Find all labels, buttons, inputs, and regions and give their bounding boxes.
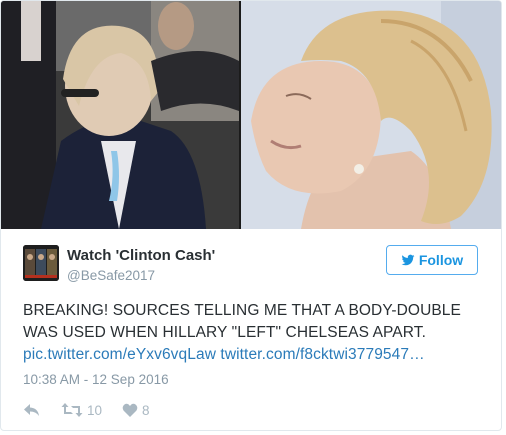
user-handle[interactable]: @BeSafe2017 bbox=[67, 268, 155, 283]
like-button[interactable]: 8 bbox=[122, 403, 150, 418]
reply-icon bbox=[24, 404, 39, 416]
tweet-media[interactable] bbox=[1, 1, 501, 229]
display-name[interactable]: Watch 'Clinton Cash' bbox=[67, 247, 215, 264]
avatar-image bbox=[23, 245, 59, 281]
photo-left-image bbox=[1, 1, 239, 229]
external-link[interactable]: twitter.com/f8cktwi3779547… bbox=[220, 346, 424, 363]
photo-left[interactable] bbox=[1, 1, 239, 229]
avatar[interactable] bbox=[23, 245, 59, 281]
tweet-text-line: WAS USED WHEN HILLARY "LEFT" CHELSEAS AP… bbox=[23, 324, 427, 341]
tweet-timestamp[interactable]: 10:38 AM - 12 Sep 2016 bbox=[23, 372, 169, 387]
tweet-card: Watch 'Clinton Cash' @BeSafe2017 Follow … bbox=[0, 0, 502, 431]
twitter-bird-icon bbox=[401, 254, 415, 266]
tweet-links: pic.twitter.com/eYxv6vqLaw twitter.com/f… bbox=[23, 344, 488, 366]
tweet-text: BREAKING! SOURCES TELLING ME THAT A BODY… bbox=[23, 300, 488, 366]
reply-button[interactable] bbox=[23, 402, 41, 418]
retweet-icon bbox=[61, 403, 83, 417]
tweet-actions: 10 8 bbox=[23, 399, 170, 421]
retweet-button[interactable]: 10 bbox=[61, 402, 102, 418]
tweet-header: Watch 'Clinton Cash' @BeSafe2017 Follow bbox=[23, 245, 483, 289]
media-link[interactable]: pic.twitter.com/eYxv6vqLaw bbox=[23, 346, 216, 363]
heart-icon bbox=[122, 403, 138, 417]
retweet-count: 10 bbox=[87, 402, 103, 418]
like-count: 8 bbox=[142, 402, 150, 418]
tweet-text-line: BREAKING! SOURCES TELLING ME THAT A BODY… bbox=[23, 302, 461, 319]
follow-button[interactable]: Follow bbox=[386, 245, 478, 275]
follow-label: Follow bbox=[418, 252, 464, 268]
photo-right[interactable] bbox=[241, 1, 501, 229]
photo-right-image bbox=[241, 1, 501, 229]
